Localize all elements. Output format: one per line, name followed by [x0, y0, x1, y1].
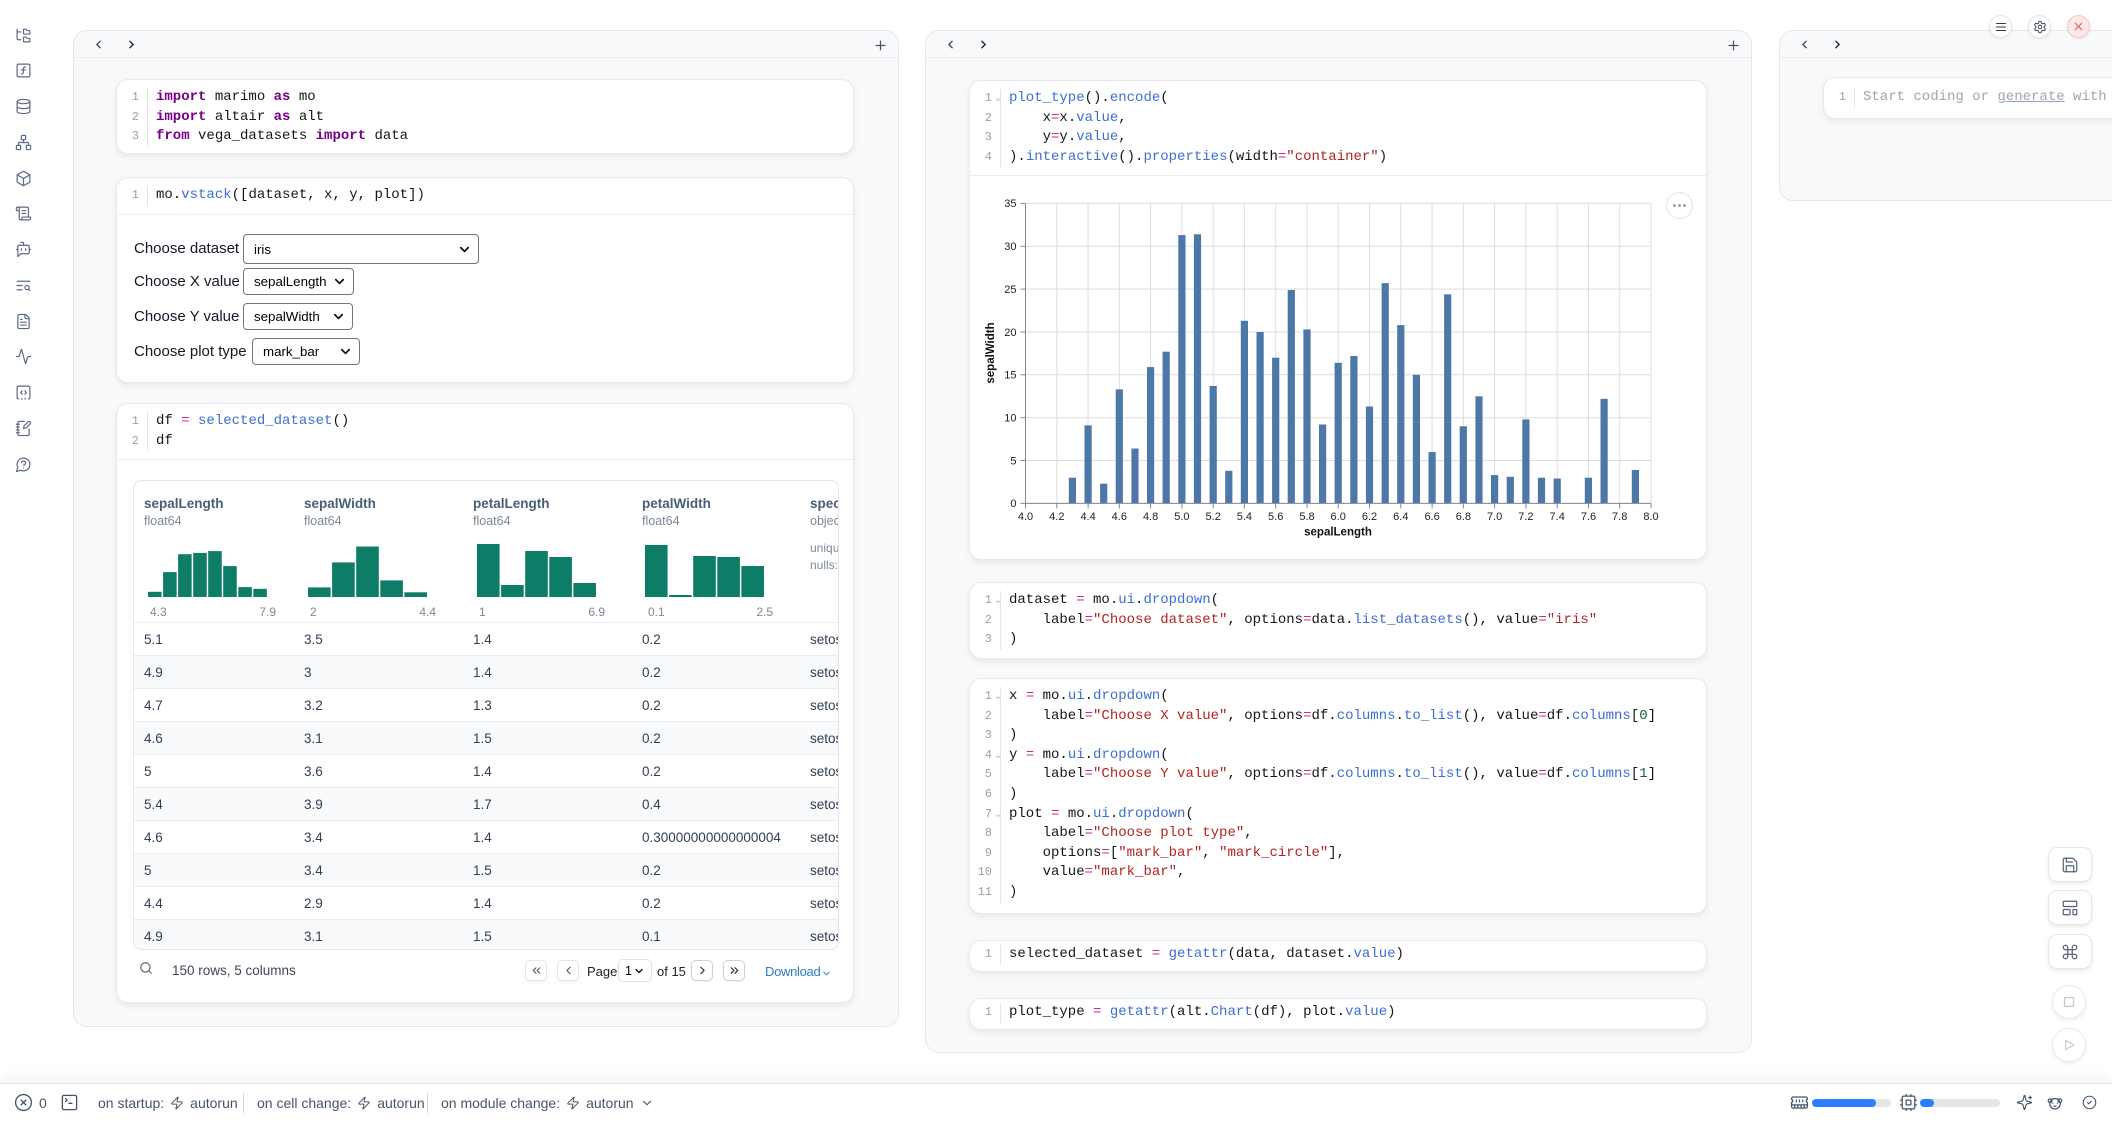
svg-text:5: 5 [1010, 455, 1016, 467]
svg-text:15: 15 [1004, 370, 1016, 382]
svg-text:7.4: 7.4 [1550, 511, 1565, 523]
svg-text:5.4: 5.4 [1237, 511, 1252, 523]
svg-text:5.2: 5.2 [1206, 511, 1221, 523]
svg-text:0: 0 [1010, 498, 1016, 510]
svg-text:30: 30 [1004, 241, 1016, 253]
svg-text:6.2: 6.2 [1362, 511, 1377, 523]
svg-text:35: 35 [1004, 198, 1016, 210]
svg-text:5.0: 5.0 [1174, 511, 1189, 523]
svg-text:4.6: 4.6 [1112, 511, 1127, 523]
svg-text:6.6: 6.6 [1424, 511, 1439, 523]
svg-text:5.6: 5.6 [1268, 511, 1283, 523]
svg-text:6.8: 6.8 [1456, 511, 1471, 523]
svg-text:4.4: 4.4 [1080, 511, 1095, 523]
svg-text:sepalLength: sepalLength [1304, 526, 1372, 538]
svg-text:4.2: 4.2 [1049, 511, 1064, 523]
svg-text:4.0: 4.0 [1018, 511, 1033, 523]
svg-text:6.4: 6.4 [1393, 511, 1408, 523]
svg-text:4.8: 4.8 [1143, 511, 1158, 523]
svg-text:20: 20 [1004, 327, 1016, 339]
svg-text:25: 25 [1004, 284, 1016, 296]
svg-text:5.8: 5.8 [1299, 511, 1314, 523]
svg-text:8.0: 8.0 [1643, 511, 1658, 523]
svg-text:6.0: 6.0 [1331, 511, 1346, 523]
svg-text:7.8: 7.8 [1612, 511, 1627, 523]
svg-text:7.2: 7.2 [1518, 511, 1533, 523]
svg-text:sepalWidth: sepalWidth [985, 322, 997, 383]
svg-text:7.0: 7.0 [1487, 511, 1502, 523]
svg-text:10: 10 [1004, 413, 1016, 425]
svg-text:7.6: 7.6 [1581, 511, 1596, 523]
